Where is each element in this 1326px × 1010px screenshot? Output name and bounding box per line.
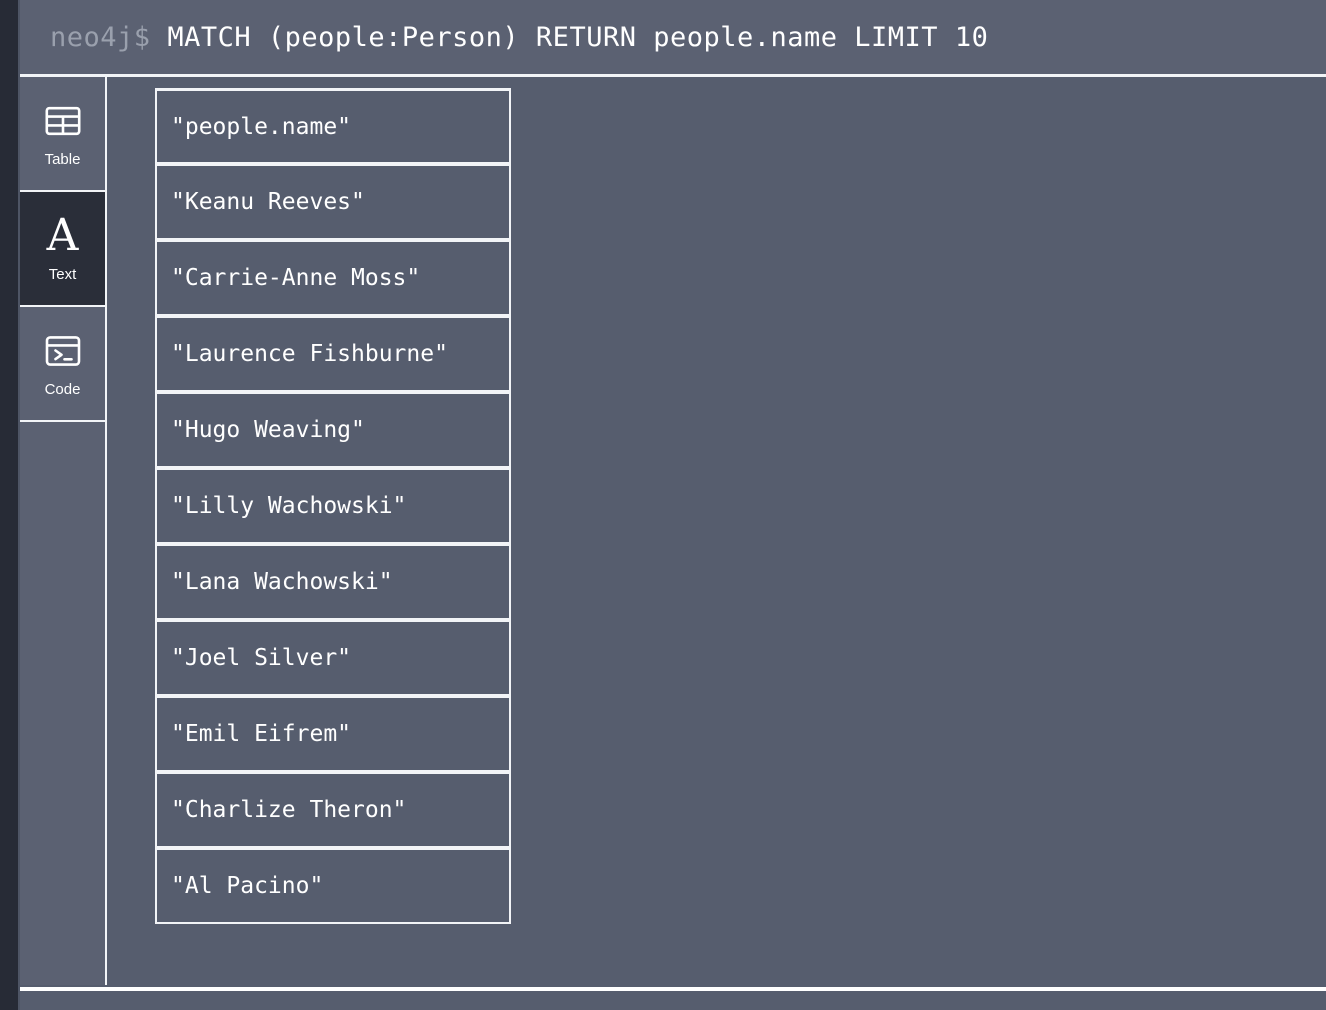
prompt-spacer xyxy=(151,24,168,51)
view-mode-tab-strip: Table A Text Code xyxy=(20,77,105,985)
table-row[interactable]: "Carrie-Anne Moss" xyxy=(155,240,511,316)
sidebar-item-code-label: Code xyxy=(44,380,81,398)
table-row[interactable]: "Lana Wachowski" xyxy=(155,544,511,620)
result-cell: "Lilly Wachowski" xyxy=(155,468,511,544)
neo4j-prompt-label: neo4j$ xyxy=(50,21,151,53)
tab-strip-divider xyxy=(105,77,107,985)
sidebar-item-table-label: Table xyxy=(44,150,81,168)
table-row[interactable]: "Charlize Theron" xyxy=(155,772,511,848)
left-rail xyxy=(0,0,18,1010)
table-body: "people.name" "Keanu Reeves" "Carrie-Ann… xyxy=(155,88,511,924)
left-rail-edge xyxy=(18,0,20,1010)
result-cell: "Joel Silver" xyxy=(155,620,511,696)
results-pane: "people.name" "Keanu Reeves" "Carrie-Ann… xyxy=(107,77,1326,985)
table-row[interactable]: "Laurence Fishburne" xyxy=(155,316,511,392)
table-row[interactable]: "Joel Silver" xyxy=(155,620,511,696)
table-row[interactable]: "Keanu Reeves" xyxy=(155,164,511,240)
table-icon xyxy=(43,101,83,141)
result-cell: "Laurence Fishburne" xyxy=(155,316,511,392)
sidebar-item-table[interactable]: Table xyxy=(20,77,105,192)
column-header-cell: "people.name" xyxy=(155,88,511,164)
text-result-table: "people.name" "Keanu Reeves" "Carrie-Ann… xyxy=(155,88,511,924)
bottom-divider xyxy=(18,987,1326,991)
table-row[interactable]: "Hugo Weaving" xyxy=(155,392,511,468)
result-cell: "Al Pacino" xyxy=(155,848,511,924)
footer-strip xyxy=(18,991,1326,1010)
result-cell: "Charlize Theron" xyxy=(155,772,511,848)
sidebar-item-text[interactable]: A Text xyxy=(20,192,105,307)
table-header-row: "people.name" xyxy=(155,88,511,164)
result-cell: "Hugo Weaving" xyxy=(155,392,511,468)
query-prompt-bar[interactable]: neo4j$ MATCH (people:Person) RETURN peop… xyxy=(18,0,1326,74)
result-cell: "Carrie-Anne Moss" xyxy=(155,240,511,316)
table-row[interactable]: "Emil Eifrem" xyxy=(155,696,511,772)
cypher-query-text: MATCH (people:Person) RETURN people.name… xyxy=(167,21,989,53)
terminal-icon xyxy=(43,331,83,371)
table-row[interactable]: "Lilly Wachowski" xyxy=(155,468,511,544)
result-cell: "Lana Wachowski" xyxy=(155,544,511,620)
letter-a-icon: A xyxy=(46,209,79,261)
result-cell: "Keanu Reeves" xyxy=(155,164,511,240)
table-row[interactable]: "Al Pacino" xyxy=(155,848,511,924)
sidebar-item-code[interactable]: Code xyxy=(20,307,105,422)
header-divider xyxy=(18,74,1326,77)
result-cell: "Emil Eifrem" xyxy=(155,696,511,772)
sidebar-item-text-label: Text xyxy=(48,265,77,283)
